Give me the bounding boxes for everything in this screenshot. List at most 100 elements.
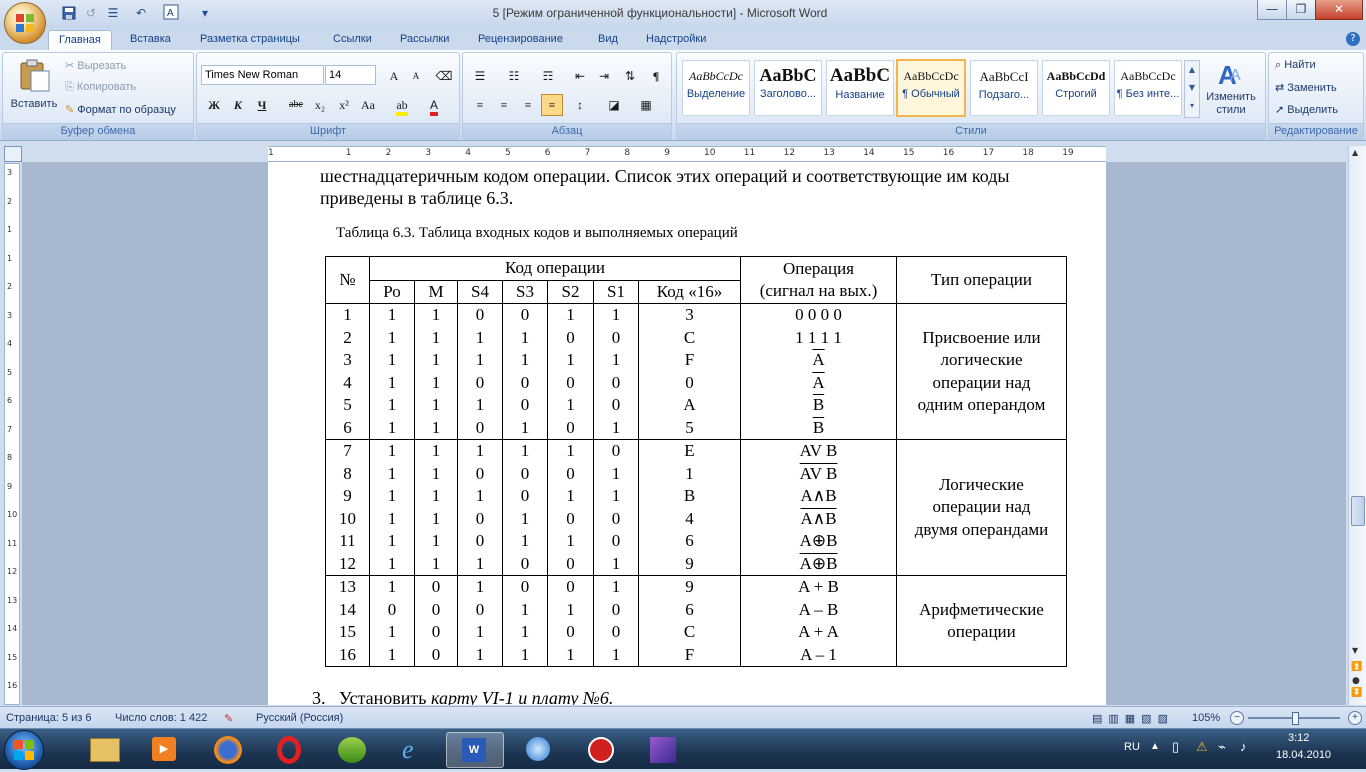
styles-scroll[interactable]: ▲ ▼ ▾ xyxy=(1184,60,1200,118)
list-icon[interactable]: ☰ xyxy=(104,4,122,22)
page-indicator[interactable]: Страница: 5 из 6 xyxy=(6,712,92,724)
ruler-toggle-button[interactable] xyxy=(4,146,22,162)
cut-button[interactable]: ✂ Вырезать xyxy=(65,59,126,72)
grow-font-button[interactable]: A xyxy=(383,65,405,87)
vertical-scrollbar[interactable]: ▲ ▼ ⏫ ● ⏬ xyxy=(1348,146,1366,705)
decrease-indent-icon[interactable]: ⇤ xyxy=(569,65,591,87)
style-title[interactable]: AaBbC Название xyxy=(826,60,894,116)
device-icon[interactable]: ▯ xyxy=(1172,739,1179,755)
firefox-taskbar-icon[interactable] xyxy=(200,732,256,766)
zoom-slider-thumb[interactable] xyxy=(1292,712,1299,725)
undo-arrow-icon[interactable]: ↶ xyxy=(132,4,150,22)
bullets-icon[interactable]: ☰ xyxy=(469,65,491,87)
zoom-out-button[interactable]: − xyxy=(1230,711,1244,725)
change-case-button[interactable]: Aa xyxy=(357,94,379,116)
align-center-icon[interactable]: ≡ xyxy=(493,94,515,116)
underline-button[interactable]: Ч xyxy=(251,94,273,116)
clock-date[interactable]: 18.04.2010 xyxy=(1276,749,1331,761)
save-icon[interactable] xyxy=(60,4,78,22)
font-name-combo[interactable]: Times New Roman xyxy=(201,65,324,85)
clear-format-icon[interactable]: ⌫ xyxy=(433,65,455,87)
opera-taskbar-icon[interactable] xyxy=(262,732,318,766)
style-no-spacing[interactable]: AaBbCcDc ¶ Без инте... xyxy=(1114,60,1182,116)
multilevel-list-icon[interactable]: ☶ xyxy=(537,65,559,87)
strikethrough-button[interactable]: abe xyxy=(285,94,307,116)
clock-time[interactable]: 3:12 xyxy=(1288,732,1309,744)
app-taskbar-icon[interactable] xyxy=(324,732,380,766)
spelling-icon[interactable]: A xyxy=(162,4,180,22)
subscript-button[interactable]: x₂ xyxy=(309,94,331,116)
copy-button[interactable]: ⎘ Копировать xyxy=(65,81,136,94)
sort-icon[interactable]: ⇅ xyxy=(619,65,641,87)
tray-expand-icon[interactable]: ▲ xyxy=(1150,741,1160,752)
vertical-ruler[interactable]: 3 2 1 1 2 3 4 5 6 7 8 9 10 11 12 13 14 15 16 xyxy=(4,163,20,705)
font-size-combo[interactable]: 14 xyxy=(325,65,376,85)
start-button[interactable] xyxy=(4,730,44,770)
show-marks-icon[interactable]: ¶ xyxy=(645,65,667,87)
scroll-up-icon[interactable]: ▲ xyxy=(1352,148,1358,157)
maximize-button[interactable]: ❐ xyxy=(1286,0,1316,20)
align-left-icon[interactable]: ≡ xyxy=(469,94,491,116)
next-page-icon[interactable]: ⏬ xyxy=(1351,688,1362,698)
warning-icon[interactable]: ⚠ xyxy=(1196,739,1208,755)
network-icon[interactable]: ⌁ xyxy=(1218,739,1226,755)
align-right-icon[interactable]: ≡ xyxy=(517,94,539,116)
tab-insert[interactable]: Вставка xyxy=(120,30,181,50)
zoom-level[interactable]: 105% xyxy=(1192,712,1220,724)
volume-icon[interactable]: ♪ xyxy=(1240,739,1247,754)
customize-qat-icon[interactable]: ▾ xyxy=(196,4,214,22)
close-button[interactable]: ✕ xyxy=(1315,0,1363,20)
increase-indent-icon[interactable]: ⇥ xyxy=(593,65,615,87)
style-subtitle[interactable]: AaBbCcI Подзаго... xyxy=(970,60,1038,116)
line-spacing-icon[interactable]: ↕ xyxy=(569,94,591,116)
tab-addins[interactable]: Надстройки xyxy=(636,30,716,50)
find-button[interactable]: ⌕ Найти xyxy=(1275,59,1316,72)
scroll-thumb[interactable] xyxy=(1351,496,1365,526)
ie-taskbar-icon[interactable]: e xyxy=(386,732,442,766)
style-heading[interactable]: AaBbC Заголово... xyxy=(754,60,822,116)
input-language[interactable]: RU xyxy=(1124,741,1140,753)
justify-icon[interactable]: ≡ xyxy=(541,94,563,116)
explorer-taskbar-icon[interactable] xyxy=(76,732,132,766)
change-styles-button[interactable]: AA Изменить стили xyxy=(1202,58,1260,120)
document-page[interactable]: шестнадцатеричным кодом операции. Список… xyxy=(268,162,1106,705)
shading-icon[interactable]: ◪ xyxy=(603,94,625,116)
zoom-in-button[interactable]: + xyxy=(1348,711,1362,725)
media-player-taskbar-icon[interactable]: ▶ xyxy=(136,732,192,766)
italic-button[interactable]: К xyxy=(227,94,249,116)
borders-icon[interactable]: ▦ xyxy=(635,94,657,116)
scroll-down-icon[interactable]: ▼ xyxy=(1352,646,1358,655)
tab-references[interactable]: Ссылки xyxy=(323,30,382,50)
tab-mailings[interactable]: Рассылки xyxy=(390,30,459,50)
language-indicator[interactable]: Русский (Россия) xyxy=(256,712,343,724)
office-button[interactable] xyxy=(4,2,46,44)
style-emphasis[interactable]: AaBbCcDc Выделение xyxy=(682,60,750,116)
app4-taskbar-icon[interactable] xyxy=(634,732,690,766)
spellcheck-icon[interactable]: ✎ xyxy=(224,712,233,725)
shrink-font-button[interactable]: A xyxy=(405,65,427,87)
superscript-button[interactable]: x² xyxy=(333,94,355,116)
replace-button[interactable]: ⇄ Заменить xyxy=(1275,81,1337,94)
browse-object-icon[interactable]: ● xyxy=(1352,676,1360,686)
undo-icon[interactable]: ↺ xyxy=(82,4,100,22)
paste-button[interactable]: Вставить xyxy=(9,57,59,117)
bold-button[interactable]: Ж xyxy=(203,94,225,116)
font-color-icon[interactable]: A xyxy=(423,94,445,116)
tab-review[interactable]: Рецензирование xyxy=(468,30,573,50)
numbering-icon[interactable]: ☷ xyxy=(503,65,525,87)
tab-home[interactable]: Главная xyxy=(48,30,112,51)
word-taskbar-icon[interactable]: W xyxy=(446,732,504,768)
zoom-slider[interactable] xyxy=(1248,712,1340,725)
app3-taskbar-icon[interactable] xyxy=(572,732,628,766)
app2-taskbar-icon[interactable] xyxy=(510,732,566,766)
tab-view[interactable]: Вид xyxy=(588,30,628,50)
prev-page-icon[interactable]: ⏫ xyxy=(1351,662,1362,672)
horizontal-ruler[interactable]: 1 1 2 3 4 5 6 7 8 9 10 11 12 13 14 15 16 17 18 19 xyxy=(268,146,1106,162)
view-buttons[interactable]: ▤▥▦▧▨ xyxy=(1092,712,1174,725)
minimize-button[interactable]: — xyxy=(1257,0,1287,20)
style-normal[interactable]: AaBbCcDc ¶ Обычный xyxy=(896,59,966,117)
tab-page-layout[interactable]: Разметка страницы xyxy=(190,30,310,50)
style-strong[interactable]: AaBbCcDd Строгий xyxy=(1042,60,1110,116)
help-icon[interactable]: ? xyxy=(1346,32,1360,46)
highlight-icon[interactable]: ab xyxy=(391,94,413,116)
